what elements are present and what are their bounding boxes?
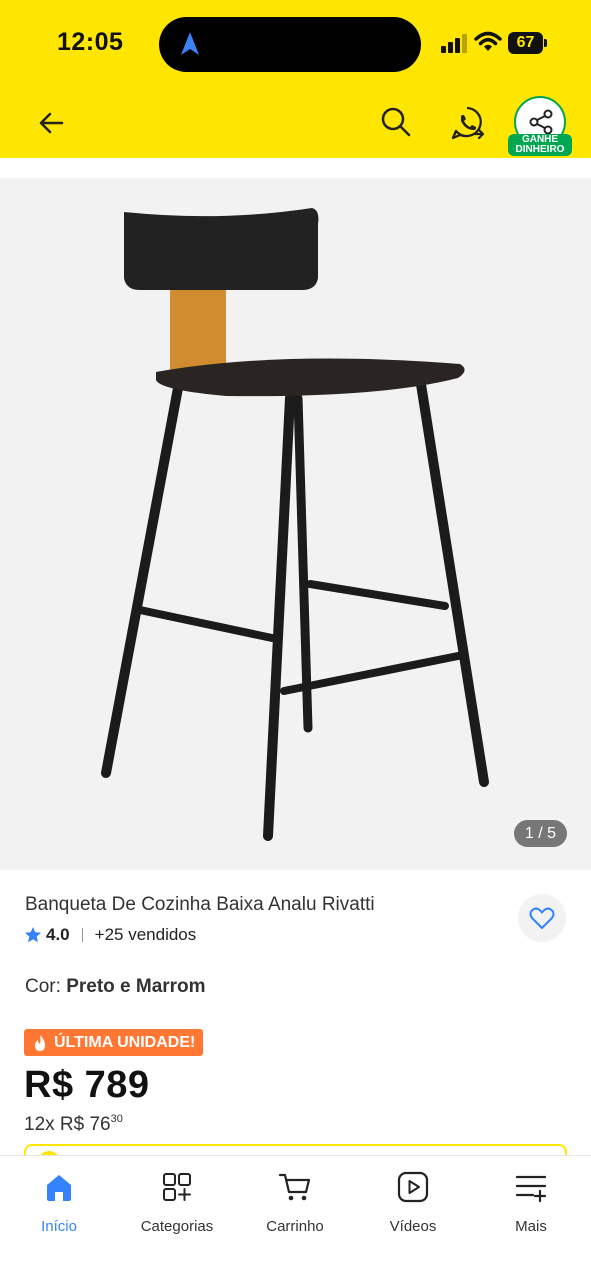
nav-item-categorias[interactable]: Categorias	[118, 1170, 236, 1244]
installments-main: 12x R$ 76	[24, 1114, 111, 1135]
product-image-stool	[101, 208, 489, 841]
last-unit-text: ÚLTIMA UNIDADE!	[54, 1034, 196, 1051]
earn-money-share-button[interactable]: GANHE DINHEIRO	[506, 96, 574, 158]
more-icon	[515, 1175, 547, 1203]
nav-item-inicio[interactable]: Início	[0, 1170, 118, 1244]
share-icon	[529, 109, 553, 135]
installments: 12x R$ 7630	[24, 1113, 123, 1136]
rating-value: 4.0	[46, 925, 70, 944]
battery-level: 67	[516, 34, 535, 51]
favorite-button[interactable]	[518, 894, 566, 942]
product-image-gallery[interactable]	[0, 178, 591, 870]
nav-label: Início	[41, 1218, 77, 1235]
top-bar: 12:05 67 GANHE DINHEIRO	[0, 0, 591, 158]
color-selector[interactable]: Cor: Preto e Marrom	[25, 976, 206, 998]
dynamic-island	[159, 17, 421, 72]
nav-item-mais[interactable]: Mais	[472, 1170, 590, 1244]
nav-label: Vídeos	[389, 1218, 437, 1235]
whatsapp-icon	[451, 106, 485, 140]
last-unit-badge: ÚLTIMA UNIDADE!	[24, 1029, 204, 1056]
cart-icon	[278, 1173, 311, 1201]
flame-icon	[35, 1034, 45, 1051]
nav-item-carrinho[interactable]: Carrinho	[236, 1170, 354, 1244]
signal-icon	[441, 34, 467, 53]
earn-money-label: GANHE DINHEIRO	[508, 134, 572, 156]
back-button[interactable]	[34, 106, 68, 140]
product-title: Banqueta De Cozinha Baixa Analu Rivatti	[25, 894, 375, 915]
wifi-icon	[474, 31, 502, 51]
gallery-counter: 1 / 5	[514, 820, 567, 847]
heart-icon	[529, 907, 555, 929]
nav-label: Categorias	[140, 1218, 214, 1235]
bottom-navigation: Início Categorias Carrinho Vídeos Mais	[0, 1155, 591, 1280]
rating-row[interactable]: 4.0 +25 vendidos	[24, 924, 196, 946]
nav-label: Mais	[515, 1218, 547, 1235]
sold-count: +25 vendidos	[94, 925, 197, 944]
color-value: Preto e Marrom	[66, 976, 206, 997]
divider	[81, 928, 83, 942]
search-icon	[381, 107, 411, 137]
color-label: Cor:	[25, 976, 61, 997]
video-icon	[397, 1171, 429, 1203]
status-time: 12:05	[57, 28, 124, 56]
nav-item-videos[interactable]: Vídeos	[354, 1170, 472, 1244]
nav-label: Carrinho	[266, 1218, 324, 1235]
star-icon	[25, 927, 41, 943]
battery-indicator: 67	[508, 32, 548, 54]
home-icon	[47, 1175, 71, 1201]
product-price: R$ 789	[24, 1064, 150, 1106]
navigation-arrow-icon	[181, 32, 199, 55]
search-button[interactable]	[378, 104, 414, 140]
categories-icon	[163, 1173, 191, 1201]
arrow-left-icon	[39, 112, 64, 134]
installments-cents: 30	[110, 1113, 123, 1125]
whatsapp-share-button[interactable]	[448, 104, 486, 142]
